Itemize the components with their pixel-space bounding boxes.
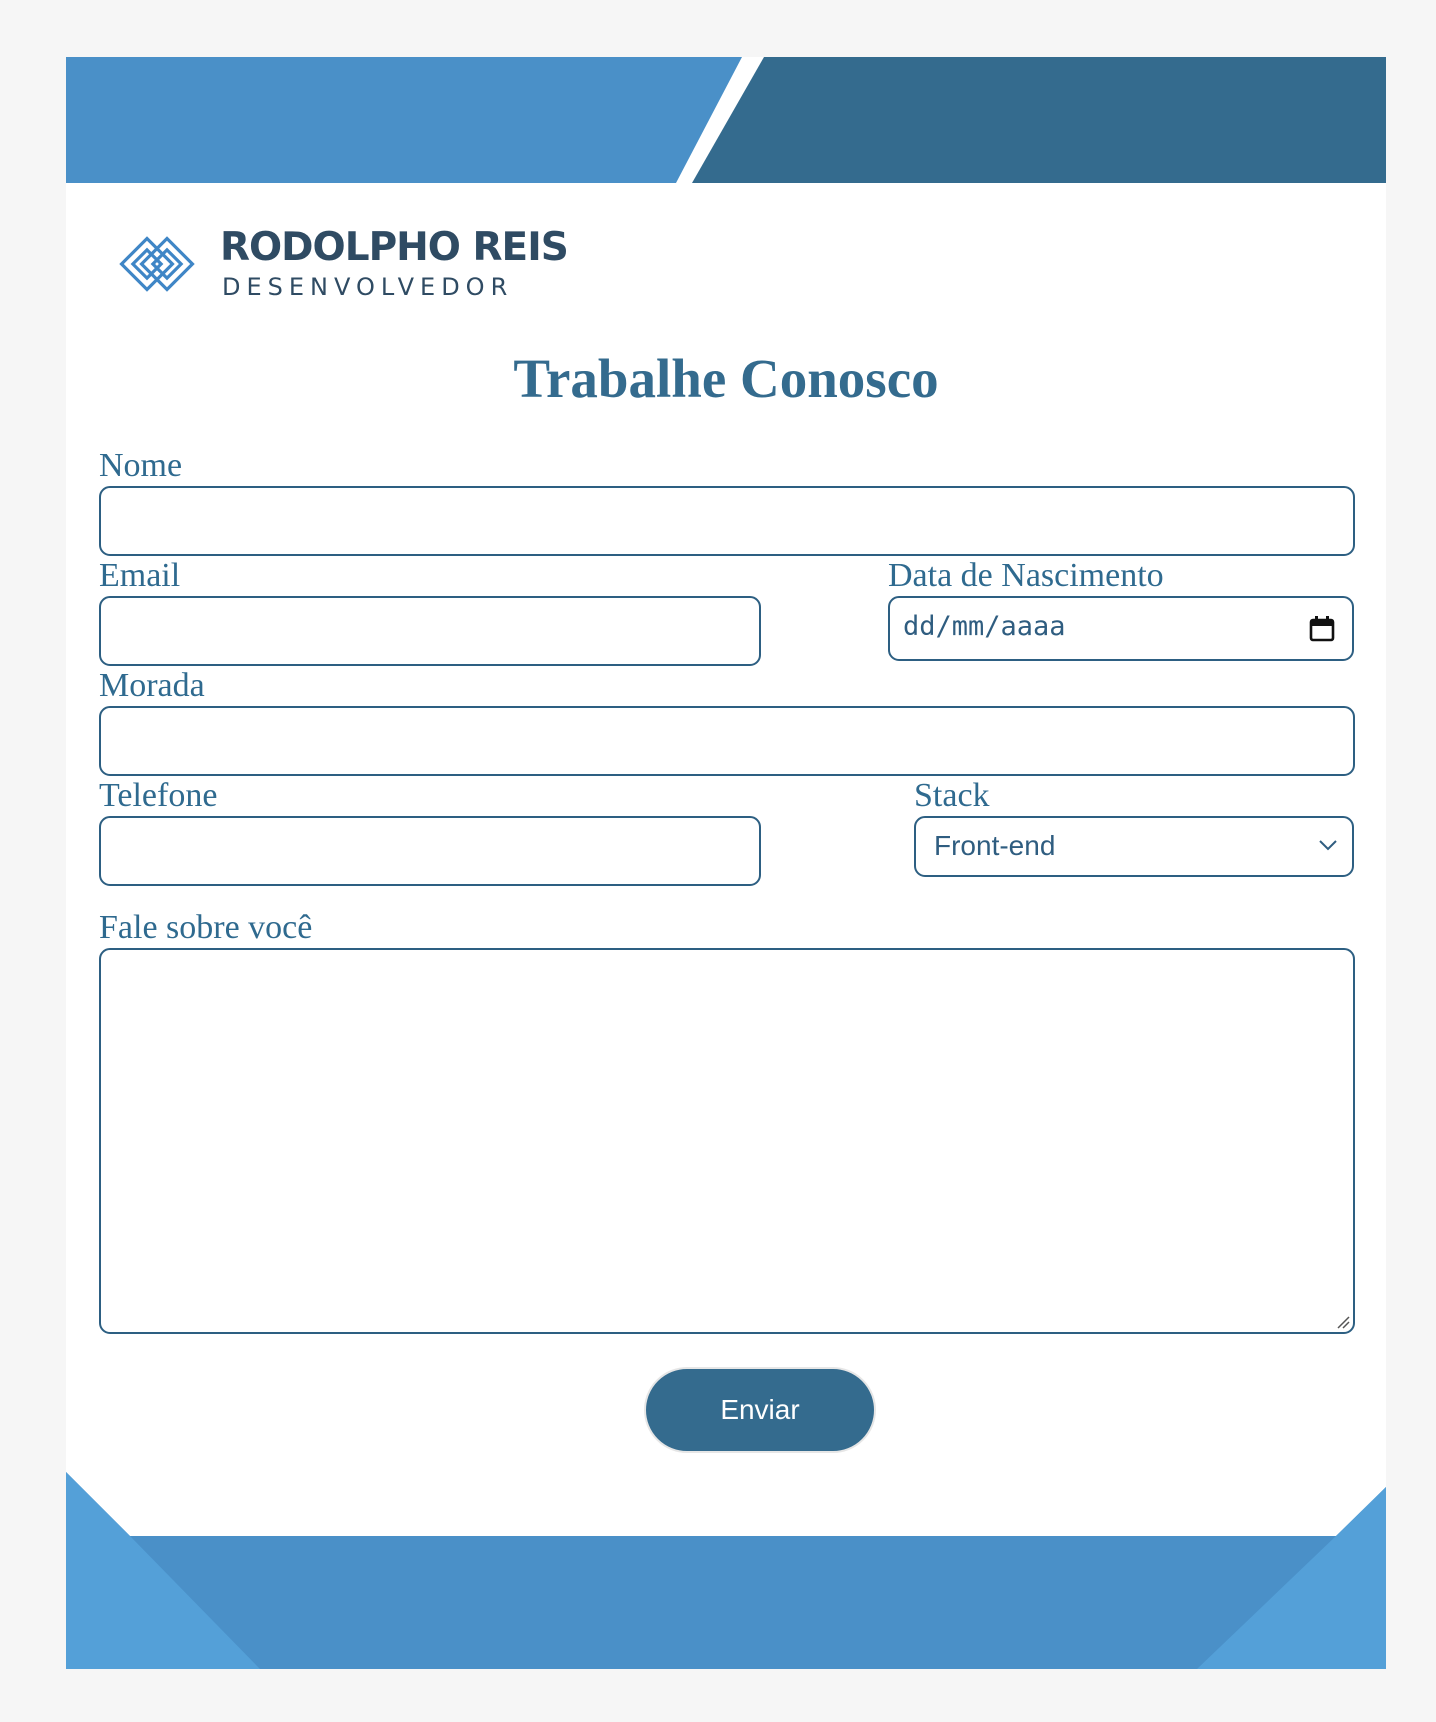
fale-sobre-voce-label: Fale sobre você xyxy=(99,909,313,946)
brand-subtitle: DESENVOLVEDOR xyxy=(222,273,514,301)
email-input[interactable] xyxy=(99,596,761,666)
telefone-label: Telefone xyxy=(99,777,218,814)
resize-handle-icon[interactable] xyxy=(1335,1314,1351,1330)
email-label: Email xyxy=(99,557,181,594)
fale-sobre-voce-textarea[interactable] xyxy=(99,948,1355,1334)
top-banner xyxy=(66,57,1386,183)
enviar-button[interactable]: Enviar xyxy=(644,1367,876,1453)
nome-label: Nome xyxy=(99,447,183,484)
date-placeholder: dd/mm/aaaa xyxy=(903,611,1066,642)
bottom-banner xyxy=(66,1472,1386,1669)
telefone-input[interactable] xyxy=(99,816,761,886)
chevron-down-icon xyxy=(1319,840,1337,851)
form-card: RODOLPHO REIS DESENVOLVEDOR Trabalhe Con… xyxy=(66,57,1386,1669)
stack-label: Stack xyxy=(914,777,990,814)
nome-input[interactable] xyxy=(99,486,1355,556)
stack-selected-value: Front-end xyxy=(934,830,1056,861)
page-title: Trabalhe Conosco xyxy=(513,348,939,409)
calendar-icon[interactable] xyxy=(1309,615,1335,643)
data-nascimento-label: Data de Nascimento xyxy=(888,557,1164,594)
morada-input[interactable] xyxy=(99,706,1355,776)
data-nascimento-input[interactable]: dd/mm/aaaa xyxy=(888,596,1354,661)
stack-select[interactable]: Front-end xyxy=(914,816,1354,877)
brand-logo: RODOLPHO REIS DESENVOLVEDOR xyxy=(102,222,569,302)
morada-label: Morada xyxy=(99,667,205,704)
diamond-links-logo-icon xyxy=(119,236,195,292)
brand-name: RODOLPHO REIS xyxy=(220,225,569,270)
